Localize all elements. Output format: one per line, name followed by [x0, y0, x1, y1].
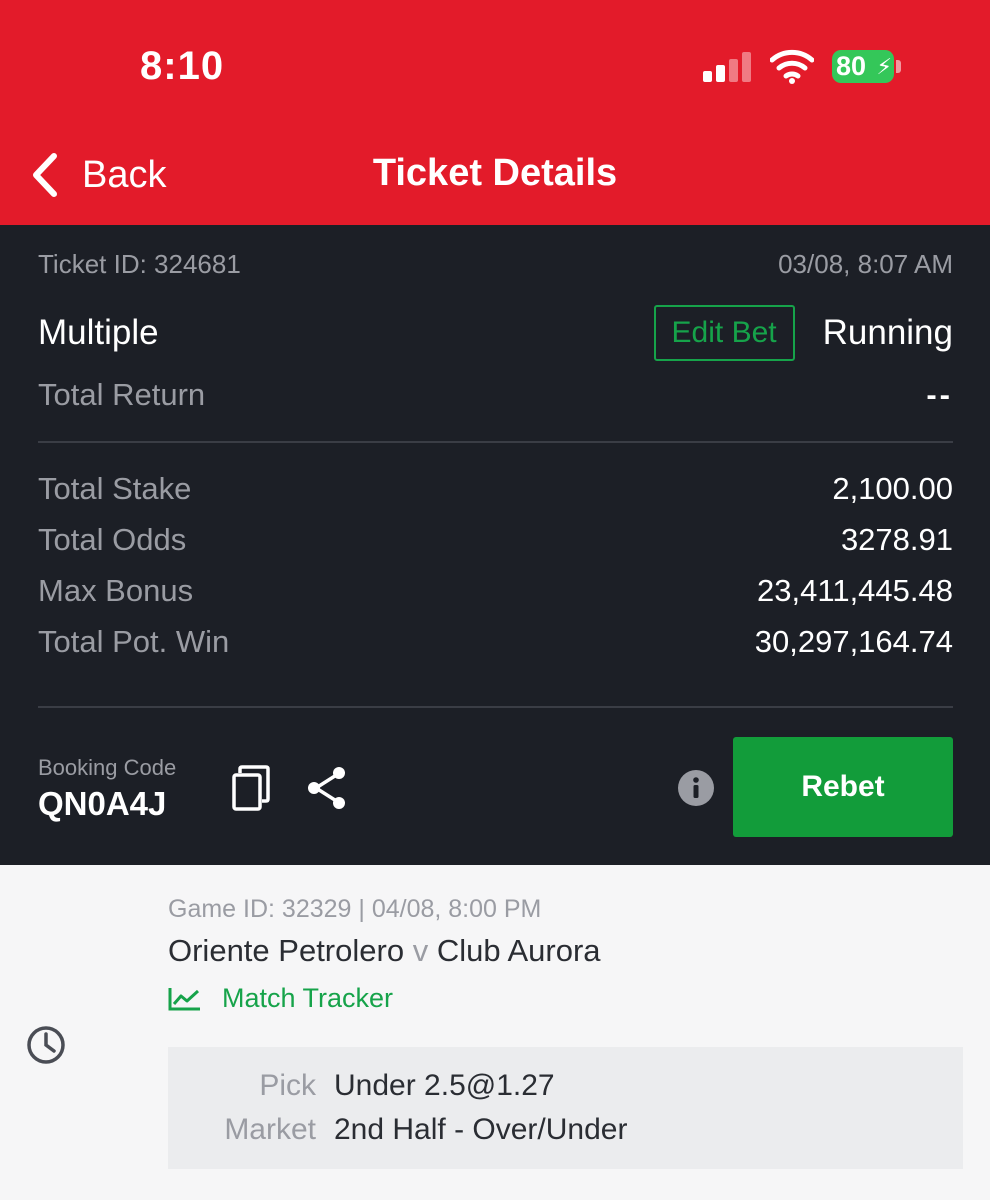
market-row: Market 2nd Half - Over/Under [168, 1113, 627, 1147]
market-value: 2nd Half - Over/Under [334, 1113, 628, 1146]
signal-icon [703, 52, 755, 82]
rebet-button[interactable]: Rebet [733, 737, 953, 837]
summary-value: 23,411,445.48 [757, 573, 953, 608]
pick-value: Under 2.5@1.27 [334, 1069, 555, 1102]
summary-value: 2,100.00 [832, 471, 953, 506]
battery-icon: 80 ⚡ [832, 50, 894, 83]
wifi-icon [770, 49, 814, 84]
ticket-status: Running [822, 313, 953, 352]
booking-code-label: Booking Code [38, 755, 177, 780]
clock-icon [27, 1026, 65, 1064]
pick-label: Pick [259, 1069, 316, 1102]
away-team: Club Aurora [436, 933, 601, 968]
bet-type-row: Multiple Edit Bet Running [38, 303, 953, 363]
selection-details: Pick Under 2.5@1.27 Market 2nd Half - Ov… [168, 1047, 963, 1169]
divider [38, 441, 953, 443]
versus-separator: v [412, 933, 429, 968]
ticket-date: 03/08, 8:07 AM [778, 249, 953, 279]
home-team: Oriente Petrolero [168, 933, 405, 968]
match-tracker-link[interactable]: Match Tracker [168, 983, 393, 1014]
trend-chart-icon [168, 987, 200, 1010]
summary-row: Max Bonus 23,411,445.48 [38, 573, 953, 609]
summary-label: Total Pot. Win [38, 624, 230, 659]
market-label: Market [224, 1113, 316, 1146]
pick-row: Pick Under 2.5@1.27 [168, 1069, 555, 1103]
total-return-label: Total Return [38, 377, 206, 412]
summary-label: Max Bonus [38, 573, 194, 608]
summary-label: Total Odds [38, 522, 187, 557]
summary-row: Total Odds 3278.91 [38, 522, 953, 558]
share-icon[interactable] [304, 765, 348, 811]
ticket-id: Ticket ID: 324681 [38, 249, 241, 279]
edit-bet-button[interactable]: Edit Bet [653, 305, 795, 361]
page-title: Ticket Details [372, 152, 618, 194]
ticket-summary-panel: Ticket ID: 324681 03/08, 8:07 AM Multipl… [0, 225, 990, 865]
total-return-value: -- [926, 377, 953, 412]
summary-label: Total Stake [38, 471, 192, 506]
booking-code: QN0A4J [38, 785, 167, 822]
summary-value: 30,297,164.74 [754, 624, 953, 659]
status-time: 8:10 [140, 44, 225, 88]
summary-row: Total Stake 2,100.00 [38, 471, 953, 507]
battery-level: 80 [836, 51, 867, 81]
battery-cap [896, 60, 901, 73]
bet-type: Multiple [38, 313, 159, 352]
copy-icon[interactable] [230, 765, 272, 811]
charging-bolt-icon: ⚡ [876, 54, 892, 79]
game-meta: Game ID: 32329 | 04/08, 8:00 PM [168, 895, 542, 923]
total-return-row: Total Return -- [38, 377, 953, 413]
match-teams: Oriente Petrolero v Club Aurora [168, 933, 601, 969]
game-card: Game ID: 32329 | 04/08, 8:00 PM Oriente … [0, 865, 990, 1200]
info-icon[interactable] [678, 770, 714, 806]
summary-row: Total Pot. Win 30,297,164.74 [38, 624, 953, 660]
divider [38, 706, 953, 708]
summary-value: 3278.91 [840, 522, 953, 557]
app-header: 8:10 80 ⚡ Back Ticket Details [0, 0, 990, 225]
ticket-header-row: Ticket ID: 324681 03/08, 8:07 AM [38, 249, 953, 280]
match-tracker-label: Match Tracker [222, 983, 394, 1013]
